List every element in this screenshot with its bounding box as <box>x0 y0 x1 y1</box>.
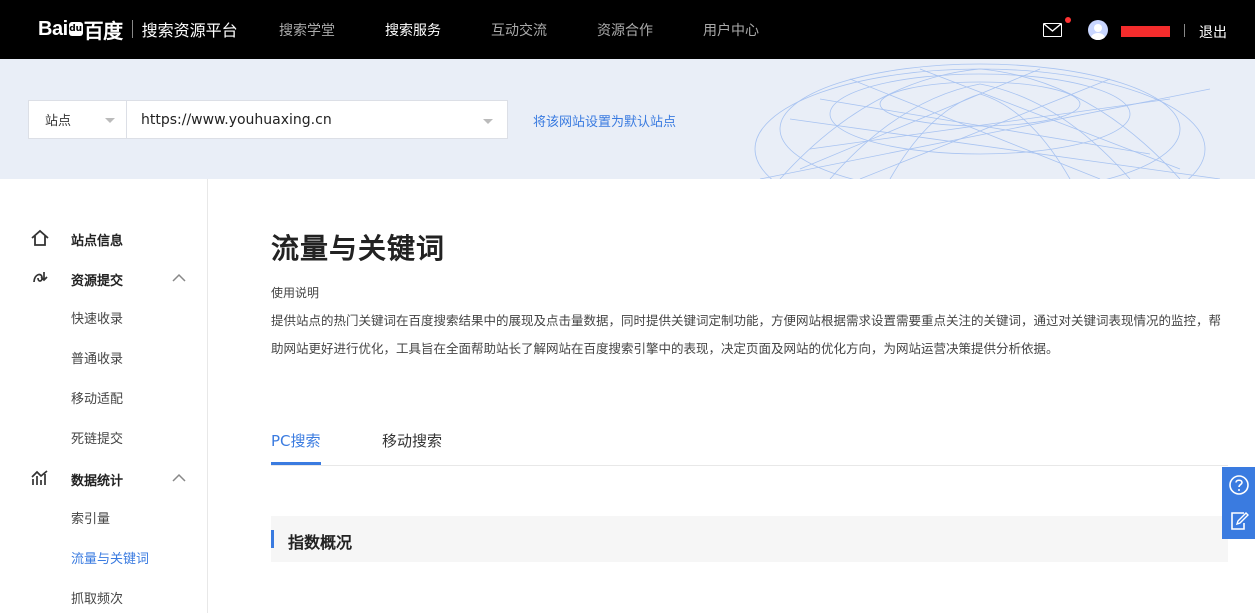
chevron-up-icon[interactable] <box>172 473 186 482</box>
logo-chinese: 百度 <box>83 20 124 43</box>
site-url-select[interactable]: https://www.youhuaxing.cn <box>126 100 508 139</box>
logout-link[interactable]: 退出 <box>1199 22 1227 42</box>
chevron-down-icon <box>483 119 493 124</box>
main-nav: 搜索学堂 搜索服务 互动交流 资源合作 用户中心 <box>279 0 809 59</box>
feedback-icon <box>1230 512 1249 530</box>
globe-decoration-icon <box>754 63 1221 179</box>
mail-icon[interactable] <box>1043 23 1062 37</box>
chevron-down-icon <box>105 118 115 123</box>
help-icon <box>1228 475 1249 495</box>
site-type-label: 站点 <box>45 114 72 129</box>
chart-bars-icon <box>31 470 48 485</box>
sidebar: 站点信息 资源提交 快速收录 普通收录 移动适配 死链提交 数据统计 索引量 流… <box>0 179 208 613</box>
logo-divider <box>131 20 133 38</box>
site-type-select[interactable]: 站点 <box>28 100 127 139</box>
sidebar-item-normal-index[interactable]: 普通收录 <box>71 348 123 367</box>
sidebar-group-label: 站点信息 <box>71 234 124 249</box>
avatar[interactable] <box>1088 20 1108 40</box>
nav-item-user-center[interactable]: 用户中心 <box>703 20 759 40</box>
sidebar-group-data-stats[interactable]: 数据统计 <box>0 458 207 498</box>
page-title: 流量与关键词 <box>271 232 446 265</box>
search-type-tabs: PC搜索 移动搜索 <box>271 420 1228 466</box>
feedback-button[interactable] <box>1222 503 1255 539</box>
site-url-value: https://www.youhuaxing.cn <box>141 111 332 128</box>
notification-dot <box>1065 17 1071 23</box>
sidebar-group-resource-submit[interactable]: 资源提交 <box>0 258 207 298</box>
logo-paw-mark: du <box>68 22 83 36</box>
sidebar-item-fast-index[interactable]: 快速收录 <box>71 308 123 327</box>
usage-label: 使用说明 <box>271 286 320 300</box>
tab-pc-search[interactable]: PC搜索 <box>271 430 321 465</box>
sidebar-item-index-volume[interactable]: 索引量 <box>71 508 110 527</box>
sidebar-group-label: 数据统计 <box>71 474 124 489</box>
index-overview-section: 指数概况 <box>271 516 1228 562</box>
help-button[interactable] <box>1222 467 1255 503</box>
section-accent-bar <box>271 530 274 548</box>
home-icon <box>31 229 49 246</box>
nav-item-search-service[interactable]: 搜索服务 <box>385 20 441 40</box>
section-title: 指数概况 <box>288 533 353 552</box>
top-navigation-bar: Bai du 百度 搜索资源平台 搜索学堂 搜索服务 互动交流 资源合作 用户中… <box>0 0 1255 59</box>
nav-item-community[interactable]: 互动交流 <box>491 20 547 40</box>
sidebar-item-crawl-frequency[interactable]: 抓取频次 <box>71 588 123 607</box>
baidu-logo[interactable]: Bai du 百度 搜索资源平台 <box>38 14 238 44</box>
platform-name: 搜索资源平台 <box>141 21 238 40</box>
sidebar-item-dead-link[interactable]: 死链提交 <box>71 428 123 447</box>
resource-submit-icon <box>33 272 48 283</box>
logo-wordmark: Bai <box>38 17 68 40</box>
header-divider <box>1184 24 1185 37</box>
chevron-up-icon[interactable] <box>172 273 186 282</box>
nav-item-search-school[interactable]: 搜索学堂 <box>279 20 335 40</box>
sidebar-group-label: 资源提交 <box>71 274 124 289</box>
tab-mobile-search[interactable]: 移动搜索 <box>382 430 442 465</box>
sidebar-item-traffic-keywords[interactable]: 流量与关键词 <box>71 548 149 567</box>
nav-item-resource-cooperation[interactable]: 资源合作 <box>597 20 653 40</box>
floating-toolbar <box>1222 467 1255 539</box>
sidebar-item-site-info[interactable]: 站点信息 <box>0 218 207 258</box>
usage-description: 提供站点的热门关键词在百度搜索结果中的展现及点击量数据，同时提供关键词定制功能，… <box>271 313 1222 356</box>
site-banner: 站点 https://www.youhuaxing.cn 将该网站设置为默认站点 <box>0 59 1255 179</box>
sidebar-item-mobile-adapt[interactable]: 移动适配 <box>71 388 123 407</box>
set-default-site-link[interactable]: 将该网站设置为默认站点 <box>533 111 676 130</box>
username-redacted[interactable] <box>1121 26 1170 37</box>
